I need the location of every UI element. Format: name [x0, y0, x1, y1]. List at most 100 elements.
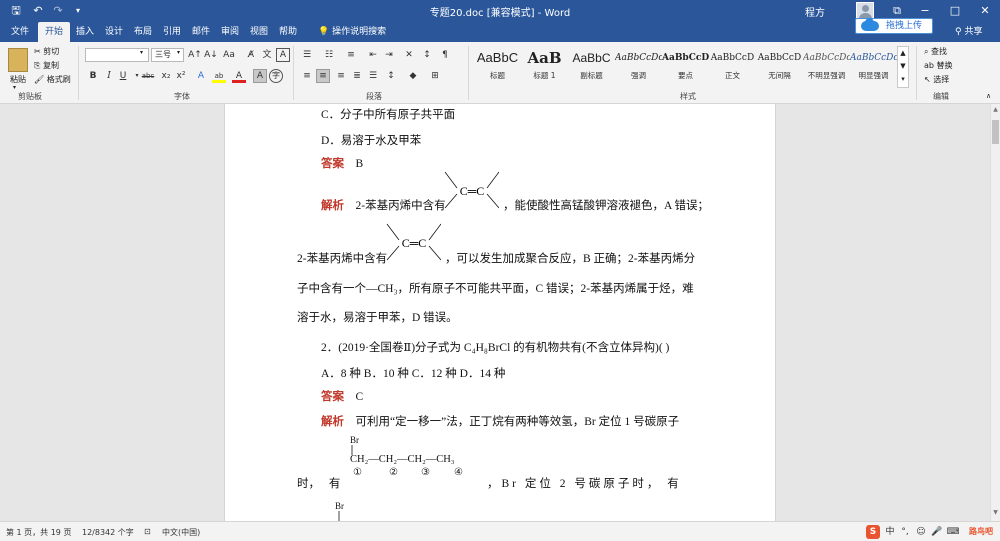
document-page[interactable]: C．分子中所有原子共平面 D．易溶于水及甲苯 答案 B 解析 2-苯基丙烯中含有…: [224, 104, 776, 521]
style-intense-emphasis[interactable]: AaBbCcDc 明显强调: [850, 46, 897, 88]
shading-icon[interactable]: ◆: [406, 69, 420, 83]
close-button[interactable]: ✕: [970, 0, 1000, 22]
alkene-structure-icon: C═C: [386, 223, 441, 261]
style-normal[interactable]: AaBbCcD 正文: [709, 46, 756, 88]
paragraph-group-label: 段落: [366, 92, 382, 101]
tab-review[interactable]: 审阅: [217, 22, 243, 42]
vertical-scrollbar[interactable]: ▲ ▼: [990, 104, 1000, 521]
collapse-ribbon-icon[interactable]: ∧: [986, 92, 991, 100]
find-button[interactable]: ⌕ 查找: [924, 46, 947, 57]
justify-icon[interactable]: ≣: [350, 69, 364, 83]
divider: [78, 46, 79, 100]
explanation-1-line-1b: ，能使酸性高锰酸钾溶液褪色，A 错误；: [503, 200, 710, 212]
proofing-icon[interactable]: ⊡: [144, 527, 151, 536]
copy-button[interactable]: ⎘ 复制: [34, 60, 59, 71]
chevron-down-icon[interactable]: ▾: [140, 49, 143, 56]
show-marks-icon[interactable]: ¶: [438, 48, 452, 62]
tab-view[interactable]: 视图: [246, 22, 272, 42]
tell-me-search[interactable]: 💡 操作说明搜索: [318, 22, 386, 42]
format-painter-button[interactable]: 🖌 格式刷: [34, 74, 71, 85]
font-color-icon[interactable]: A: [232, 69, 246, 83]
character-shading-icon[interactable]: A: [253, 69, 267, 83]
cut-button[interactable]: ✂ 剪切: [34, 46, 59, 57]
borders-icon[interactable]: ⊞: [428, 69, 442, 83]
decrease-indent-icon[interactable]: ⇤: [366, 48, 380, 62]
sogou-icon[interactable]: S: [866, 525, 880, 539]
question-2: 2．(2019·全国卷Ⅱ)分子式为 C₄H₈BrCl 的有机物共有(不含立体异构…: [321, 342, 670, 354]
line-spacing-icon[interactable]: ↕: [384, 69, 398, 83]
paste-dropdown-icon[interactable]: ▾: [13, 84, 16, 91]
style-strong[interactable]: AaBbCcD 要点: [662, 46, 709, 88]
bold-button[interactable]: B: [86, 69, 100, 83]
superscript-button[interactable]: x²: [174, 69, 188, 83]
save-icon[interactable]: 🖫: [8, 3, 24, 19]
replace-button[interactable]: ab 替换: [924, 60, 953, 71]
text-effects-icon[interactable]: A: [194, 69, 208, 83]
style-title[interactable]: AaBbC 标题: [474, 46, 521, 88]
style-emphasis[interactable]: AaBbCcDc 强调: [615, 46, 662, 88]
tab-insert[interactable]: 插入: [72, 22, 98, 42]
strikethrough-button[interactable]: abc: [138, 69, 158, 83]
page-count[interactable]: 第 1 页，共 19 页: [6, 527, 71, 538]
tab-file[interactable]: 文件: [6, 22, 34, 42]
option-c: C．分子中所有原子共平面: [321, 109, 456, 121]
select-button[interactable]: ↖ 选择: [924, 74, 949, 85]
align-center-icon[interactable]: ≡: [316, 69, 330, 83]
tab-help[interactable]: 帮助: [275, 22, 301, 42]
scroll-down-icon[interactable]: ▼: [991, 509, 1000, 519]
distributed-icon[interactable]: ☰: [366, 69, 380, 83]
language[interactable]: 中文(中国): [162, 527, 200, 538]
change-case-icon[interactable]: Aa: [222, 48, 236, 62]
undo-icon[interactable]: ↶: [30, 3, 46, 19]
tab-mailings[interactable]: 邮件: [188, 22, 214, 42]
editing-group-label: 编辑: [933, 92, 949, 101]
scroll-up-icon[interactable]: ▲: [991, 106, 1000, 116]
carbon-number-1: ①: [353, 467, 362, 478]
highlight-icon[interactable]: ab: [212, 69, 226, 83]
phonetic-guide-icon[interactable]: 文: [260, 48, 274, 62]
answer-2: 答案 C: [321, 391, 364, 403]
user-name[interactable]: 程方: [805, 4, 825, 19]
bullets-icon[interactable]: ☰: [300, 48, 314, 62]
tab-layout[interactable]: 布局: [130, 22, 156, 42]
align-right-icon[interactable]: ≡: [334, 69, 348, 83]
style-subtle-emphasis[interactable]: AaBbCcDc 不明显强调: [803, 46, 850, 88]
chevron-down-icon[interactable]: ▾: [177, 49, 180, 56]
scroll-thumb[interactable]: [992, 120, 999, 144]
ime-mode[interactable]: 中: [883, 525, 897, 539]
style-no-spacing[interactable]: AaBbCcD 无间隔: [756, 46, 803, 88]
subscript-button[interactable]: x₂: [159, 69, 173, 83]
chinese-layout-icon[interactable]: ✕: [402, 48, 416, 62]
increase-indent-icon[interactable]: ⇥: [382, 48, 396, 62]
tab-home[interactable]: 开始: [38, 22, 70, 42]
baidu-upload-button[interactable]: 拖拽上传: [855, 18, 933, 34]
microphone-icon[interactable]: 🎤: [930, 525, 944, 539]
share-button[interactable]: ⚲ 共享: [955, 22, 982, 42]
punctuation-icon[interactable]: °,: [898, 525, 912, 539]
maximize-button[interactable]: □: [940, 0, 970, 22]
grow-font-icon[interactable]: A↑: [188, 48, 202, 62]
clear-formatting-icon[interactable]: A̸: [244, 48, 258, 62]
styles-scroll[interactable]: ▲ ▼ ▾: [897, 46, 909, 88]
italic-button[interactable]: I: [102, 69, 116, 83]
carbon-number-2: ②: [389, 467, 398, 478]
numbering-icon[interactable]: ☷: [322, 48, 336, 62]
align-left-icon[interactable]: ≡: [300, 69, 314, 83]
word-count[interactable]: 12/8342 个字: [82, 527, 134, 538]
brush-icon: 🖌: [34, 75, 47, 84]
style-subtitle[interactable]: AaBbC 副标题: [568, 46, 615, 88]
shrink-font-icon[interactable]: A↓: [204, 48, 218, 62]
character-border-icon[interactable]: A: [276, 48, 290, 62]
redo-icon[interactable]: ↷: [50, 3, 66, 19]
paste-icon[interactable]: [8, 48, 28, 72]
sort-icon[interactable]: ↕: [420, 48, 434, 62]
keyboard-icon[interactable]: ⌨: [946, 525, 960, 539]
enclose-characters-icon[interactable]: 字: [269, 69, 283, 83]
multilevel-list-icon[interactable]: ≡: [344, 48, 358, 62]
customize-quick-access-icon[interactable]: ▾: [70, 3, 86, 19]
emoji-icon[interactable]: ☺: [914, 525, 928, 539]
tab-references[interactable]: 引用: [159, 22, 185, 42]
style-heading-1[interactable]: AaB 标题 1: [521, 46, 568, 88]
underline-button[interactable]: U: [116, 69, 130, 83]
tab-design[interactable]: 设计: [101, 22, 127, 42]
